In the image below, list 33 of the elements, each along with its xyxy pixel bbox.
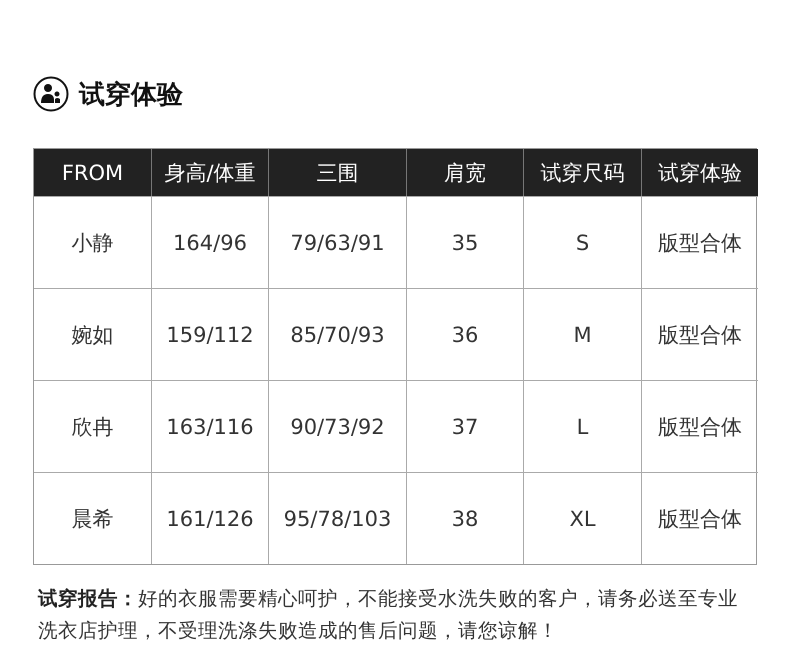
table-cell: 版型合体	[641, 472, 758, 564]
table-cell: XL	[523, 472, 641, 564]
table-cell: 85/70/93	[268, 288, 406, 380]
table-cell: 95/78/103	[268, 472, 406, 564]
table-cell: 35	[406, 196, 523, 288]
column-header: 试穿尺码	[523, 149, 641, 196]
table-cell: 159/112	[151, 288, 268, 380]
table-cell: 163/116	[151, 380, 268, 472]
section-title: 试穿体验	[79, 78, 183, 112]
table-cell: S	[523, 196, 641, 288]
table-cell: 36	[406, 288, 523, 380]
column-header: 肩宽	[406, 149, 523, 196]
table-cell: 小静	[34, 196, 151, 288]
table-cell: 164/96	[151, 196, 268, 288]
table-cell: 版型合体	[641, 288, 758, 380]
column-header: 试穿体验	[641, 149, 758, 196]
table-cell: 90/73/92	[268, 380, 406, 472]
care-note: 试穿报告：好的衣服需要精心呵护，不能接受水洗失败的客户，请务必送至专业洗衣店护理，不受理洗涤失败造成的售后问题，请您谅解！	[38, 586, 739, 644]
table-cell: 婉如	[34, 288, 151, 380]
column-header: 身高/体重	[151, 149, 268, 196]
people-icon	[33, 76, 69, 112]
table-cell: 版型合体	[641, 380, 758, 472]
table-cell: M	[523, 288, 641, 380]
column-header: FROM	[34, 149, 151, 196]
table-cell: 版型合体	[641, 196, 758, 288]
table-cell: 38	[406, 472, 523, 564]
table-cell: 37	[406, 380, 523, 472]
table-cell: 161/126	[151, 472, 268, 564]
table-cell: L	[523, 380, 641, 472]
column-header: 三围	[268, 149, 406, 196]
table-cell: 晨希	[34, 472, 151, 564]
table-cell: 欣冉	[34, 380, 151, 472]
table-cell: 79/63/91	[268, 196, 406, 288]
